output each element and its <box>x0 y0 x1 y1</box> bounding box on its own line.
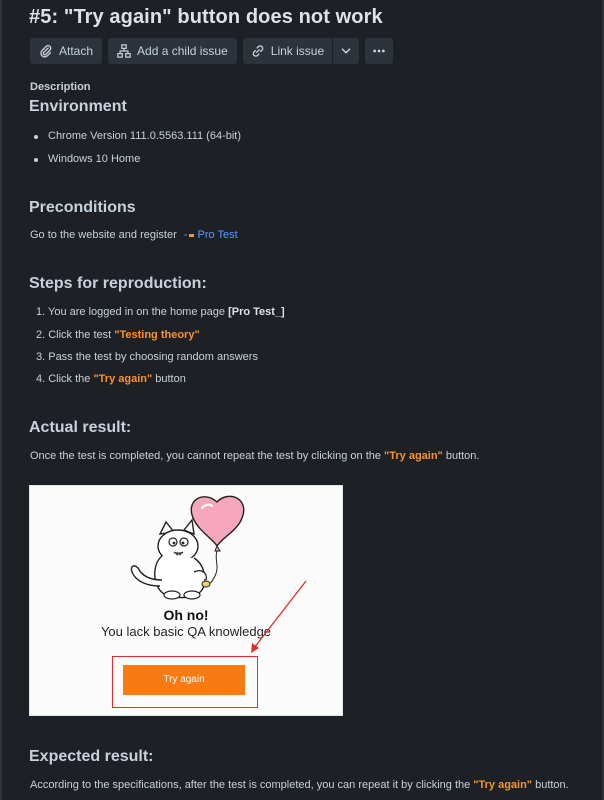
expected-highlight: "Try again" <box>473 779 533 791</box>
step-1-bold: [Pro Test_] <box>228 306 285 318</box>
more-icon <box>373 49 385 53</box>
step-4-post: button <box>152 373 186 385</box>
link-issue-button[interactable]: Link issue <box>243 38 332 64</box>
highlight-box <box>112 656 258 708</box>
attach-label: Attach <box>59 44 94 58</box>
environment-heading: Environment <box>29 98 127 115</box>
step-2: 2. Click the test "Testing theory" <box>36 329 200 341</box>
description-label: Description <box>30 81 91 93</box>
left-border <box>0 0 2 800</box>
step-1-text: 1. You are logged in on the home page <box>36 306 229 318</box>
attach-button[interactable]: Attach <box>30 38 103 64</box>
actual-highlight: "Try again" <box>384 450 443 462</box>
issue-link[interactable]: - Pro Test <box>180 229 238 241</box>
chevron-down-icon <box>341 48 351 54</box>
preconditions-text: Go to the website and register - Pro Test <box>30 229 238 241</box>
actual-result-heading: Actual result: <box>29 419 132 436</box>
step-1: 1. You are logged in on the home page [P… <box>36 306 285 318</box>
actual-result-text: Once the test is completed, you cannot r… <box>30 450 479 462</box>
expected-result-text: According to the specifications, after t… <box>30 779 569 791</box>
expected-pre: According to the specifications, after t… <box>30 779 474 791</box>
link-issue-label: Link issue <box>270 44 325 58</box>
issue-title: #5: "Try again" button does not work <box>29 6 383 28</box>
link-issue-dropdown[interactable] <box>333 38 359 64</box>
screenshot-attachment[interactable]: Oh no! You lack basic QA knowledge Try a… <box>29 485 343 716</box>
cat-with-heart-balloon-illustration <box>130 495 245 600</box>
environment-item: Windows 10 Home <box>33 153 141 165</box>
link-icon <box>252 45 264 57</box>
link-dash: - <box>183 229 188 241</box>
issue-toolbar: Attach Add a child issue Link issue <box>30 38 394 64</box>
add-child-issue-button[interactable]: Add a child issue <box>108 38 237 64</box>
step-4: 4. Click the "Try again" button <box>36 373 186 385</box>
paperclip-icon <box>40 44 52 58</box>
link-issue-group: Link issue <box>242 38 360 64</box>
actual-pre: Once the test is completed, you cannot r… <box>30 450 385 462</box>
expected-result-heading: Expected result: <box>29 748 154 765</box>
issue-link-label: Pro Test <box>197 229 238 241</box>
error-title: Oh no! <box>163 607 209 623</box>
actual-post: button. <box>442 450 480 462</box>
steps-heading: Steps for reproduction: <box>29 275 207 292</box>
more-actions-button[interactable] <box>365 38 394 64</box>
error-message: You lack basic QA knowledge <box>100 624 272 639</box>
add-child-label: Add a child issue <box>137 44 228 58</box>
step-4-highlight: "Try again" <box>93 373 153 385</box>
expected-post: button. <box>532 779 569 791</box>
hierarchy-icon <box>117 44 131 58</box>
preconditions-heading: Preconditions <box>29 199 136 216</box>
issue-type-icon <box>189 233 195 237</box>
step-3: 3. Pass the test by choosing random answ… <box>36 351 258 363</box>
step-4-text: 4. Click the <box>36 373 94 385</box>
environment-item: Chrome Version 111.0.5563.111 (64-bit) <box>33 130 242 142</box>
step-2-text: 2. Click the test <box>36 329 115 341</box>
preconditions-sentence: Go to the website and register <box>30 229 177 241</box>
step-2-highlight: "Testing theory" <box>114 329 200 341</box>
